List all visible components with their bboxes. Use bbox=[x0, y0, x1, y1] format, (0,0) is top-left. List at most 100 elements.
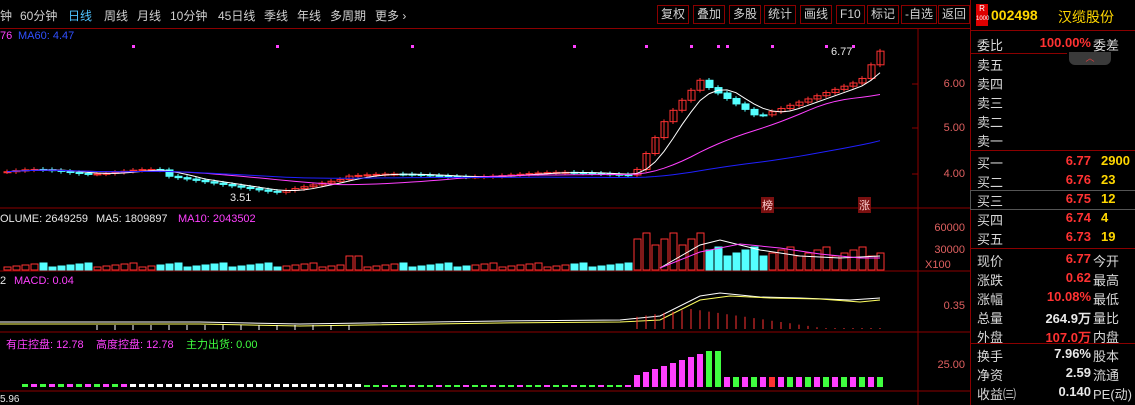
ma60-label: MA60: 4.47 bbox=[18, 30, 75, 42]
stat-value: 2.59 bbox=[1065, 365, 1091, 380]
volume-bar bbox=[354, 255, 363, 271]
volume-bar bbox=[210, 263, 219, 271]
buy-level-1[interactable]: 买一 6.77 2900 bbox=[971, 153, 1135, 171]
volume-bar bbox=[372, 265, 381, 271]
control-bar bbox=[517, 385, 523, 387]
sell-level-1[interactable]: 卖五 bbox=[971, 55, 1135, 73]
volume-bar bbox=[750, 246, 759, 271]
control-bar bbox=[346, 384, 352, 387]
stat-label: 净资 bbox=[977, 368, 1004, 383]
control-bar bbox=[706, 351, 712, 387]
control-bar bbox=[310, 384, 316, 387]
price-axis-5: 5.00 bbox=[943, 122, 965, 134]
control-bar bbox=[184, 384, 190, 387]
stock-name: 汉缆股份 bbox=[1058, 9, 1114, 25]
weibi-row: 委比 100.00% 委差 bbox=[971, 35, 1135, 53]
stat-label2: 股本 bbox=[1093, 349, 1120, 364]
volume-bar bbox=[336, 264, 345, 271]
candle bbox=[66, 170, 75, 174]
volume-bar bbox=[66, 264, 75, 271]
sell-level-2[interactable]: 卖四 bbox=[971, 74, 1135, 92]
volume-bar bbox=[588, 266, 597, 271]
volume-bar bbox=[219, 262, 228, 271]
control-bar bbox=[670, 363, 676, 387]
rank-tag: 榜 bbox=[761, 197, 774, 213]
control-bar bbox=[220, 384, 226, 387]
volume-bar bbox=[444, 262, 453, 271]
candle bbox=[444, 175, 453, 178]
buy-level-3[interactable]: 买三 6.75 12 bbox=[970, 190, 1135, 210]
candle bbox=[219, 182, 228, 185]
control-bar bbox=[859, 377, 865, 387]
volume-bar bbox=[480, 263, 489, 271]
stat-value: 6.77 bbox=[1065, 251, 1091, 266]
volume-bar bbox=[300, 263, 309, 271]
control-bar bbox=[697, 354, 703, 387]
control-line2: 高度控盘: 12.78 bbox=[96, 339, 174, 351]
signal-dot bbox=[717, 45, 720, 48]
signal-dot bbox=[690, 45, 693, 48]
control-bar bbox=[580, 385, 586, 387]
quote-stat2-row-2: 净资 2.59 流通 bbox=[971, 365, 1135, 383]
ma60-line bbox=[6, 140, 881, 179]
candle bbox=[750, 108, 759, 116]
stat-value: 0.62 bbox=[1065, 270, 1091, 285]
volume-bar bbox=[516, 264, 525, 271]
control-bar bbox=[841, 377, 847, 387]
limit-up-tag: 涨 bbox=[858, 197, 871, 213]
volume-bar bbox=[741, 249, 750, 271]
candle bbox=[210, 181, 219, 184]
volume-bar bbox=[363, 266, 372, 271]
candle bbox=[723, 92, 732, 99]
buy-level-4[interactable]: 买四 6.74 4 bbox=[971, 210, 1135, 228]
control-bar bbox=[814, 377, 820, 387]
volume-bar bbox=[705, 249, 714, 271]
volume-bar bbox=[264, 262, 273, 271]
stat-value: 0.140 bbox=[1058, 384, 1091, 399]
control-bar bbox=[355, 384, 361, 387]
weibi-label: 委比 bbox=[977, 38, 1004, 53]
price-axis-4: 4.00 bbox=[943, 168, 965, 180]
control-bar bbox=[553, 385, 559, 387]
quote-stat2-row-1: 换手 7.96% 股本 bbox=[971, 346, 1135, 364]
sell-level-5[interactable]: 卖一 bbox=[971, 131, 1135, 149]
macd-axis: 0.35 bbox=[943, 300, 965, 312]
sell-level-3[interactable]: 卖三 bbox=[971, 93, 1135, 111]
control-bar bbox=[391, 385, 397, 387]
control-bar bbox=[661, 366, 667, 387]
volume-bar bbox=[93, 266, 102, 271]
volume-bar bbox=[309, 262, 318, 271]
volume-unit: X100 bbox=[925, 259, 951, 271]
stat-label2: 今开 bbox=[1093, 254, 1120, 269]
sell-level-4[interactable]: 卖二 bbox=[971, 112, 1135, 130]
volume-axis-30000: 30000 bbox=[934, 244, 965, 256]
control-bar bbox=[211, 384, 217, 387]
volume-bar bbox=[228, 266, 237, 271]
buy-level-2[interactable]: 买二 6.76 23 bbox=[971, 172, 1135, 190]
macd-label: MACD: 0.04 bbox=[14, 275, 74, 287]
control-bar bbox=[328, 384, 334, 387]
candle bbox=[255, 188, 264, 191]
control-bar bbox=[139, 384, 145, 387]
stock-code: 002498 bbox=[991, 7, 1038, 23]
control-bar bbox=[22, 384, 28, 387]
control-bar bbox=[256, 384, 262, 387]
candle bbox=[138, 169, 147, 172]
buy-level-5[interactable]: 买五 6.73 19 bbox=[971, 229, 1135, 247]
volume-bar bbox=[390, 263, 399, 271]
candle bbox=[354, 174, 363, 177]
volume-ma5-label: MA5: 1809897 bbox=[96, 213, 168, 225]
volume-bar bbox=[597, 265, 606, 271]
volume-bar bbox=[642, 232, 651, 271]
volume-bar bbox=[552, 265, 561, 271]
control-bar bbox=[229, 384, 235, 387]
stat-label: 收益㈢ bbox=[977, 387, 1017, 402]
control-bar bbox=[148, 384, 154, 387]
control-bar bbox=[805, 377, 811, 387]
macd-dif-line bbox=[0, 292, 881, 325]
stat-label: 涨跌 bbox=[977, 273, 1004, 288]
price-axis-6: 6.00 bbox=[943, 78, 965, 90]
control-bar bbox=[454, 385, 460, 387]
volume-bar bbox=[615, 263, 624, 271]
control-bar bbox=[571, 385, 577, 387]
